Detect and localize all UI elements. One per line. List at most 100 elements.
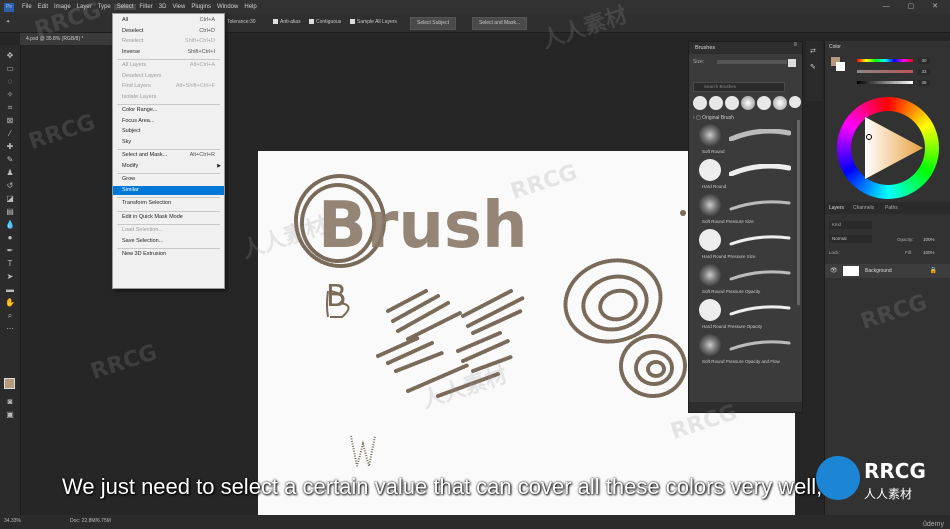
select-menu-item-modify[interactable]: Modify ▶ (113, 162, 224, 171)
tab-paths[interactable]: Paths (885, 205, 898, 211)
layer-kind-filter[interactable]: Kind (829, 221, 872, 229)
brush-search-input[interactable]: Search Brushes (693, 82, 785, 92)
recent-brush-5[interactable] (757, 96, 771, 110)
lasso-tool-icon[interactable]: ◌ (5, 77, 15, 86)
new-brush-icon[interactable] (788, 59, 796, 67)
document-tab[interactable]: 4.psd @ 35.8% (RGB/8) * (20, 33, 116, 45)
pen-tool-icon[interactable]: ✒ (5, 246, 15, 255)
select-menu-item-deselect-layers[interactable]: Deselect Layers (113, 72, 224, 81)
menu-3d[interactable]: 3D (156, 4, 170, 10)
healing-brush-icon[interactable]: ✚ (5, 142, 15, 151)
select-menu-item-all-layers[interactable]: All Layers Alt+Ctrl+A (113, 61, 224, 70)
brush-preset[interactable]: Hard Round (699, 159, 794, 193)
select-menu-item-edit-in-quick-mask-mode[interactable]: Edit in Quick Mask Mode (113, 213, 224, 222)
s-value[interactable]: 33 (918, 69, 930, 75)
select-menu-item-save-selection[interactable]: Save Selection... (113, 237, 224, 246)
frame-tool-icon[interactable]: ⊠ (5, 116, 15, 125)
recent-brush-6[interactable] (773, 96, 787, 110)
more-tools-icon[interactable]: ⋯ (5, 324, 15, 333)
history-icon[interactable]: ⇄ (810, 47, 816, 55)
h-value[interactable]: 30 (918, 58, 930, 64)
type-tool-icon[interactable]: T (5, 259, 15, 268)
zoom-tool-icon[interactable]: ⌕ (5, 311, 15, 320)
fill-value[interactable]: 100% (923, 250, 935, 255)
brush-tool-icon[interactable]: ✎ (5, 155, 15, 164)
select-menu-item-transform-selection[interactable]: Transform Selection (113, 199, 224, 208)
brightness-slider[interactable] (857, 81, 913, 84)
select-menu-item-inverse[interactable]: Inverse Shift+Ctrl+I (113, 48, 224, 57)
history-brush-icon[interactable]: ↺ (5, 181, 15, 190)
blur-tool-icon[interactable]: 💧 (5, 220, 15, 229)
b-value[interactable]: 35 (918, 80, 930, 86)
screen-mode-icon[interactable]: ▣ (5, 410, 15, 419)
brush-preset[interactable]: Hard Round Pressure Size (699, 229, 794, 263)
zoom-level[interactable]: 34.33% (4, 518, 21, 524)
color-wheel[interactable] (837, 97, 939, 199)
menu-window[interactable]: Window (214, 4, 241, 10)
visibility-eye-icon[interactable]: 👁 (830, 267, 838, 274)
recent-brush-1[interactable] (693, 96, 707, 110)
recent-brush-4[interactable] (741, 96, 755, 110)
magic-wand-icon[interactable]: ✧ (5, 90, 15, 99)
select-menu-item-focus-area[interactable]: Focus Area... (113, 117, 224, 126)
contiguous-checkbox[interactable]: Contiguous (309, 19, 341, 25)
select-menu-item-grow[interactable]: Grow (113, 175, 224, 184)
clone-stamp-icon[interactable]: ♟ (5, 168, 15, 177)
crop-tool-icon[interactable]: ⌗ (5, 103, 15, 112)
recent-brush-2[interactable] (709, 96, 723, 110)
color-panel-tab[interactable]: Color (829, 44, 841, 50)
select-menu-item-all[interactable]: All Ctrl+A (113, 16, 224, 25)
brush-group-original[interactable]: › ▢ Original Brush (693, 115, 734, 121)
select-menu-item-sky[interactable]: Sky (113, 138, 224, 147)
menu-select[interactable]: Select (113, 4, 137, 10)
brush-preset[interactable]: Soft Round (699, 124, 794, 158)
tab-layers[interactable]: Layers (829, 205, 844, 211)
tab-channels[interactable]: Channels (853, 205, 874, 211)
brush-preset[interactable]: Soft Round Pressure Opacity (699, 264, 794, 298)
select-subject-button[interactable]: Select Subject (410, 17, 456, 30)
path-selection-icon[interactable]: ➤ (5, 272, 15, 281)
select-menu-item-new-3d-extrusion[interactable]: New 3D Extrusion (113, 250, 224, 259)
marquee-tool-icon[interactable]: ▭ (5, 64, 15, 73)
layer-row-background[interactable]: 👁 Background 🔒 (825, 264, 950, 278)
select-menu-item-reselect[interactable]: Reselect Shift+Ctrl+D (113, 37, 224, 46)
menu-file[interactable]: File (19, 4, 35, 10)
select-menu-item-isolate-layers[interactable]: Isolate Layers (113, 93, 224, 102)
select-menu-item-select-and-mask[interactable]: Select and Mask... Alt+Ctrl+R (113, 151, 224, 160)
select-menu-item-find-layers[interactable]: Find Layers Alt+Shift+Ctrl+F (113, 82, 224, 91)
foreground-color-swatch[interactable] (4, 378, 15, 389)
brushes-panel-icon[interactable]: ✎ (810, 63, 816, 71)
menu-image[interactable]: Image (51, 4, 74, 10)
brush-preset[interactable]: Soft Round Pressure Opacity and Flow (699, 334, 794, 368)
menu-plugins[interactable]: Plugins (188, 4, 214, 10)
brush-preset[interactable]: Hard Round Pressure Opacity (699, 299, 794, 333)
select-menu-item-similar[interactable]: Similar (113, 185, 224, 195)
shape-tool-icon[interactable]: ▬ (5, 285, 15, 294)
magic-wand-tool-icon[interactable]: ✦ (6, 19, 10, 25)
collapsed-panel-strip[interactable]: ⇄ ✎ (806, 41, 822, 101)
blend-mode-select[interactable]: Normal (829, 235, 872, 243)
eraser-icon[interactable]: ◪ (5, 194, 15, 203)
saturation-slider[interactable] (857, 70, 913, 73)
select-menu-item-subject[interactable]: Subject (113, 127, 224, 136)
menu-type[interactable]: Type (95, 4, 114, 10)
menu-filter[interactable]: Filter (136, 4, 155, 10)
menu-layer[interactable]: Layer (74, 4, 95, 10)
menu-view[interactable]: View (169, 4, 188, 10)
dodge-tool-icon[interactable]: ● (5, 233, 15, 242)
window-controls[interactable]: — ▢ ✕ (883, 2, 946, 10)
select-menu-item-color-range[interactable]: Color Range... (113, 106, 224, 115)
tolerance-field[interactable]: 30 (250, 19, 256, 25)
color-bg-swatch[interactable] (836, 62, 845, 71)
menu-help[interactable]: Help (241, 4, 259, 10)
recent-brush-3[interactable] (725, 96, 739, 110)
panel-menu-icon[interactable]: ≡ (793, 42, 797, 48)
hand-tool-icon[interactable]: ✋ (5, 298, 15, 307)
antialias-checkbox[interactable]: Anti-alias (273, 19, 301, 25)
move-tool-icon[interactable]: ✥ (5, 51, 15, 60)
size-slider[interactable] (717, 60, 787, 64)
hue-slider[interactable] (857, 59, 913, 62)
select-menu-item-deselect[interactable]: Deselect Ctrl+D (113, 27, 224, 36)
brush-preset[interactable]: Soft Round Pressure Size (699, 194, 794, 228)
recent-brush-7[interactable] (789, 96, 801, 108)
